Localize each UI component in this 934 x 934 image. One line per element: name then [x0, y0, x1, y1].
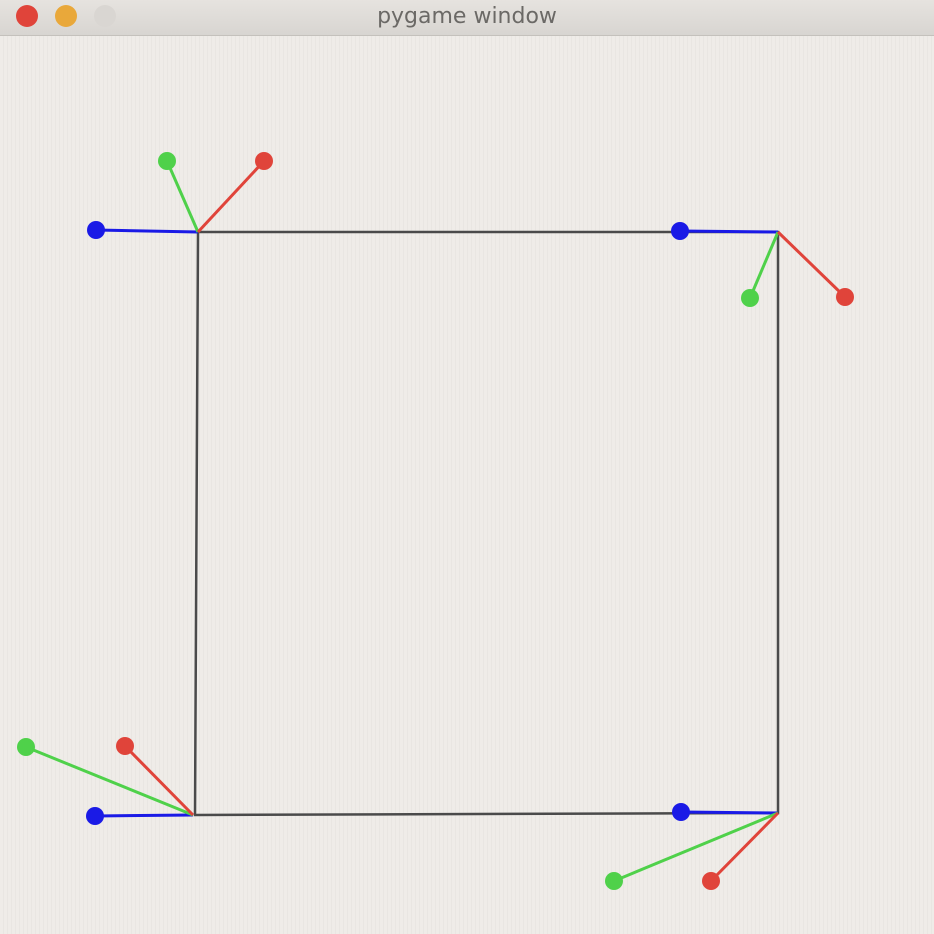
frame-top-right: [671, 222, 854, 307]
z-axis-line: [679, 229, 779, 234]
x-axis-marker: [255, 152, 273, 170]
pygame-window: pygame window: [0, 0, 934, 934]
frame-bottom-left: [17, 737, 195, 825]
y-axis-line: [748, 231, 780, 299]
x-axis-marker: [702, 872, 720, 890]
scene-drawing: [17, 152, 854, 890]
y-axis-line: [613, 811, 779, 883]
z-axis-line: [680, 810, 779, 815]
y-axis-marker: [158, 152, 176, 170]
y-axis-line: [165, 160, 200, 233]
x-axis-line: [776, 230, 847, 299]
z-axis-line: [95, 228, 199, 234]
z-axis-marker: [672, 803, 690, 821]
z-axis-line: [94, 813, 194, 818]
y-axis-marker: [17, 738, 35, 756]
x-axis-marker: [116, 737, 134, 755]
z-axis-marker: [86, 807, 104, 825]
z-axis-marker: [87, 221, 105, 239]
y-axis-line: [25, 745, 194, 817]
x-axis-marker: [836, 288, 854, 306]
x-axis-line: [123, 744, 195, 817]
frame-bottom-right: [605, 803, 780, 890]
frame-top-left: [87, 152, 273, 239]
x-axis-line: [196, 159, 266, 234]
y-axis-marker: [741, 289, 759, 307]
y-axis-marker: [605, 872, 623, 890]
z-axis-marker: [671, 222, 689, 240]
square-outline: [193, 230, 780, 817]
x-axis-line: [709, 811, 780, 883]
